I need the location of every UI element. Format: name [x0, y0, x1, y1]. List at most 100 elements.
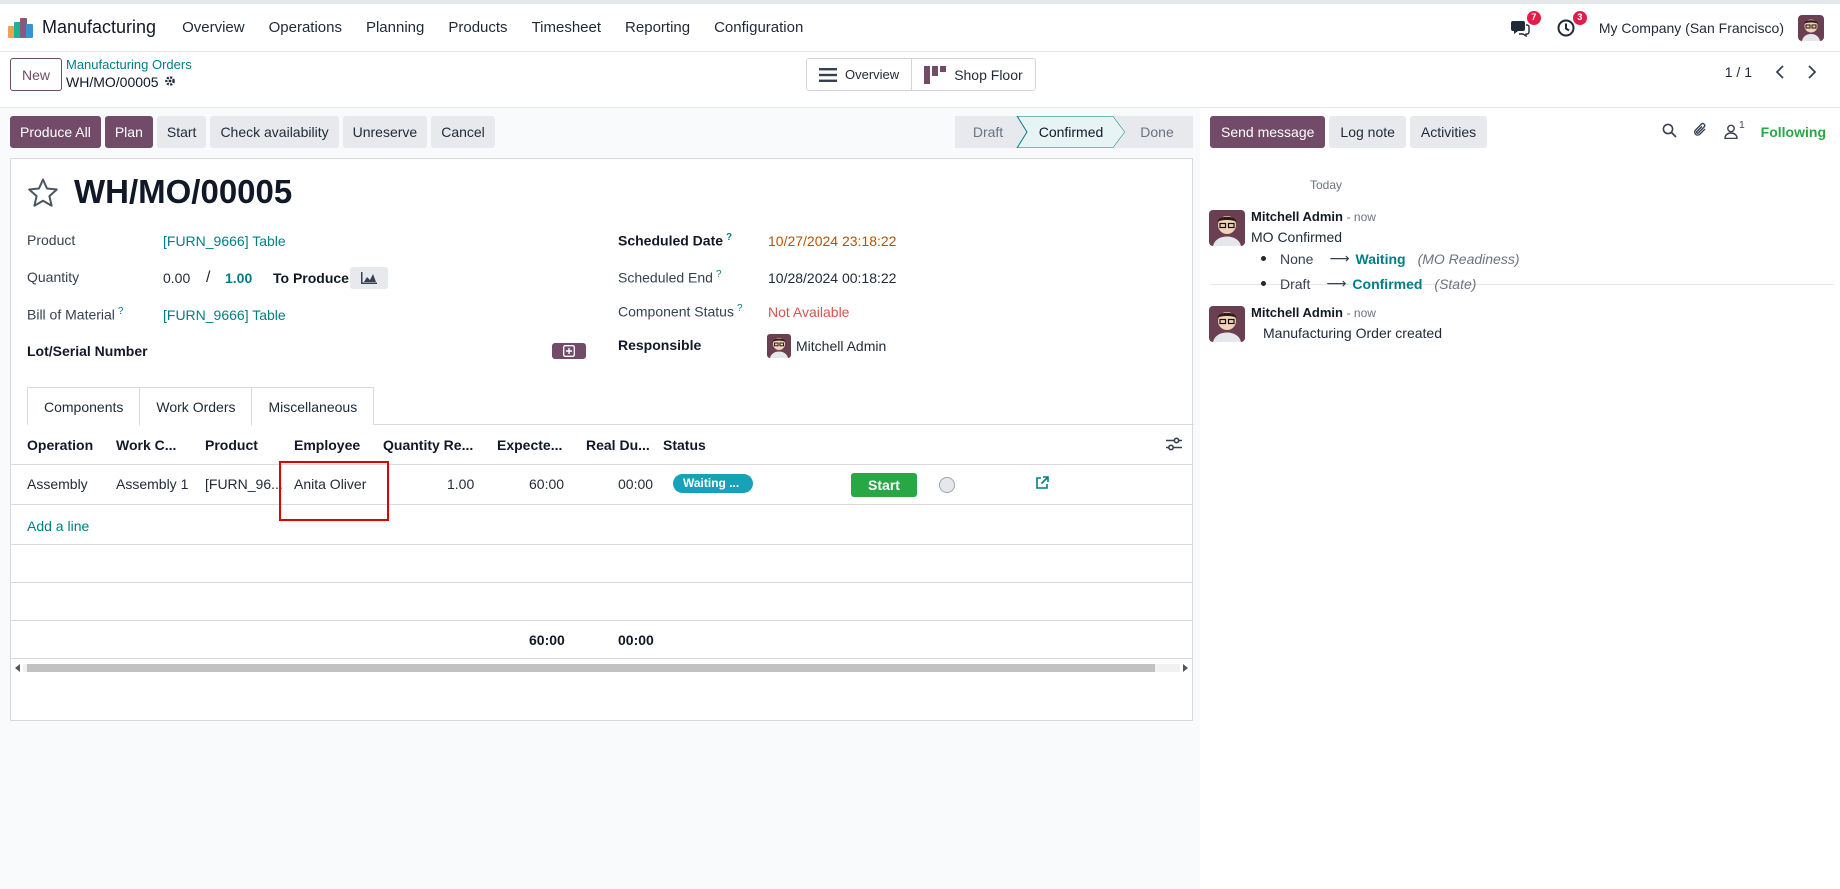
scheduled-date-label-text: Scheduled Date	[618, 232, 724, 249]
bom-help-icon[interactable]: ?	[118, 306, 124, 317]
horizontal-scrollbar[interactable]	[11, 661, 1192, 675]
responsible-field[interactable]: Mitchell Admin	[796, 338, 886, 354]
menu-products[interactable]: Products	[436, 19, 519, 36]
cell-employee[interactable]: Anita Oliver	[294, 476, 366, 492]
plan-button[interactable]: Plan	[104, 116, 153, 148]
menu-operations[interactable]: Operations	[257, 19, 354, 36]
overview-view-label: Overview	[845, 67, 900, 82]
table-header: Operation Work C... Product Employee Qua…	[11, 425, 1192, 465]
product-field[interactable]: [FURN_9666] Table	[163, 233, 286, 249]
bom-label-text: Bill of Material	[27, 306, 115, 323]
message-author-name[interactable]: Mitchell Admin	[1251, 305, 1343, 320]
followers-button[interactable]: 1	[1724, 120, 1745, 139]
column-product[interactable]: Product	[205, 437, 258, 453]
column-employee[interactable]: Employee	[294, 437, 360, 453]
app-name[interactable]: Manufacturing	[42, 17, 156, 38]
forecast-chart-icon[interactable]	[350, 267, 388, 289]
new-button[interactable]: New	[10, 58, 63, 91]
lot-generate-icon[interactable]	[552, 343, 586, 359]
scheduled-date-field[interactable]: 10/27/2024 23:18:22	[768, 233, 896, 249]
external-link-icon[interactable]	[1035, 476, 1051, 492]
unreserve-button[interactable]: Unreserve	[342, 116, 428, 148]
row-start-button[interactable]: Start	[851, 473, 917, 497]
activity-clock-icon[interactable]: 3	[1553, 10, 1587, 41]
chevron-left-icon[interactable]	[1766, 60, 1794, 84]
start-button[interactable]: Start	[156, 116, 207, 148]
tab-work-orders[interactable]: Work Orders	[139, 387, 253, 426]
company-switcher[interactable]: My Company (San Francisco)	[1599, 20, 1784, 36]
scheduled-end-help-icon[interactable]: ?	[716, 269, 722, 280]
chatter-panel: Send message Log note Activities 1 Follo…	[1200, 108, 1840, 889]
component-status-field: Not Available	[768, 304, 850, 320]
cell-expected[interactable]: 60:00	[529, 476, 564, 492]
breadcrumb-manufacturing-orders[interactable]: Manufacturing Orders	[66, 57, 192, 73]
stage-draft[interactable]: Draft	[955, 116, 1021, 148]
paperclip-icon[interactable]	[1693, 122, 1708, 141]
menu-configuration[interactable]: Configuration	[702, 19, 815, 36]
message-author-avatar[interactable]	[1209, 306, 1245, 342]
scheduled-date-label: Scheduled Date?	[618, 232, 732, 249]
send-message-button[interactable]: Send message	[1210, 116, 1326, 148]
messaging-icon[interactable]: 7	[1507, 10, 1541, 41]
status-badge: Waiting ...	[673, 474, 753, 493]
bullet	[1261, 256, 1266, 261]
scroll-right-arrow-icon[interactable]	[1183, 664, 1188, 672]
menu-overview[interactable]: Overview	[170, 19, 257, 36]
column-real-duration[interactable]: Real Du...	[586, 437, 650, 453]
row-select-radio[interactable]	[939, 477, 955, 493]
arrow-right-icon: ⟶	[1326, 275, 1347, 291]
manufacturing-app-icon[interactable]	[8, 17, 34, 38]
record-pager: 1 / 1	[1725, 60, 1826, 84]
component-status-label: Component Status?	[618, 303, 743, 320]
menu-timesheet[interactable]: Timesheet	[520, 19, 613, 36]
quantity-total-field[interactable]: 1.00	[225, 270, 252, 286]
cancel-button[interactable]: Cancel	[431, 116, 495, 148]
table-row[interactable]: Assembly Assembly 1 [FURN_96... Anita Ol…	[11, 465, 1192, 505]
menu-planning[interactable]: Planning	[354, 19, 436, 36]
chevron-right-icon[interactable]	[1798, 60, 1826, 84]
scheduled-date-help-icon[interactable]: ?	[726, 232, 732, 243]
column-status[interactable]: Status	[663, 437, 706, 453]
cell-work-center[interactable]: Assembly 1	[116, 476, 188, 492]
message-author-avatar[interactable]	[1209, 210, 1245, 246]
check-availability-button[interactable]: Check availability	[210, 116, 339, 148]
star-icon[interactable]	[27, 177, 59, 209]
scroll-left-arrow-icon[interactable]	[15, 664, 20, 672]
log-note-button[interactable]: Log note	[1329, 116, 1406, 148]
shop-floor-view-button[interactable]: Shop Floor	[911, 59, 1035, 90]
cell-quantity[interactable]: 1.00	[447, 476, 474, 492]
activities-button[interactable]: Activities	[1409, 116, 1488, 148]
tab-miscellaneous[interactable]: Miscellaneous	[251, 387, 375, 425]
gear-icon[interactable]	[164, 73, 176, 91]
user-avatar[interactable]	[1798, 14, 1824, 41]
cell-real-duration[interactable]: 00:00	[618, 476, 653, 492]
scrollbar-thumb[interactable]	[27, 664, 1155, 672]
quantity-produced-field[interactable]: 0.00	[163, 270, 190, 286]
produce-all-button[interactable]: Produce All	[10, 116, 101, 148]
message-author-name[interactable]: Mitchell Admin	[1251, 209, 1343, 224]
stage-confirmed[interactable]: Confirmed	[1021, 116, 1121, 148]
component-status-help-icon[interactable]: ?	[737, 303, 743, 314]
arrow-right-icon: ⟶	[1329, 250, 1350, 266]
following-button[interactable]: Following	[1761, 124, 1826, 140]
pager-value[interactable]: 1 / 1	[1725, 64, 1752, 80]
tracking-new-value: Confirmed	[1352, 275, 1423, 292]
cell-product[interactable]: [FURN_96...	[205, 476, 287, 492]
record-title[interactable]: WH/MO/00005	[74, 173, 292, 211]
overview-view-button[interactable]: Overview	[807, 59, 912, 90]
scheduled-end-field[interactable]: 10/28/2024 00:18:22	[768, 270, 896, 286]
message-author[interactable]: Mitchell Admin - now	[1251, 305, 1376, 320]
stage-done[interactable]: Done	[1121, 116, 1193, 148]
column-settings-icon[interactable]	[1166, 437, 1182, 453]
add-line-link[interactable]: Add a line	[27, 518, 89, 534]
menu-reporting[interactable]: Reporting	[613, 19, 702, 36]
tab-components[interactable]: Components	[27, 387, 141, 425]
bom-field[interactable]: [FURN_9666] Table	[163, 307, 286, 323]
message-author[interactable]: Mitchell Admin - now	[1251, 209, 1376, 224]
column-quantity[interactable]: Quantity Re...	[383, 437, 473, 453]
column-operation[interactable]: Operation	[27, 437, 93, 453]
column-work-center[interactable]: Work C...	[116, 437, 176, 453]
cell-operation[interactable]: Assembly	[27, 476, 88, 492]
search-icon[interactable]	[1662, 123, 1677, 141]
column-expected[interactable]: Expecte...	[497, 437, 562, 453]
